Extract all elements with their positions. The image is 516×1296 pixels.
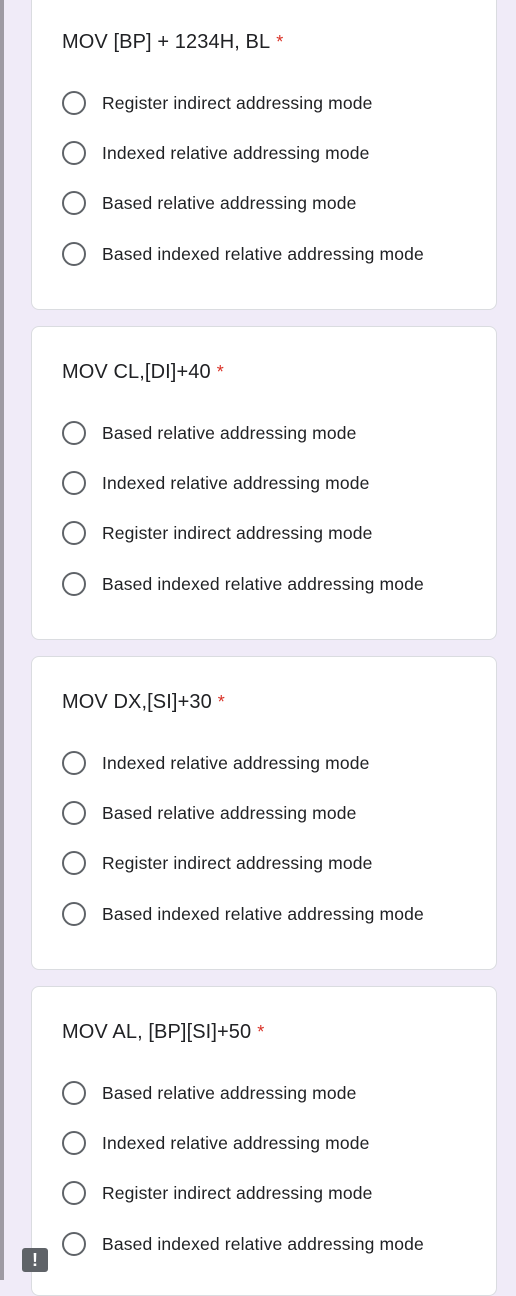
radio-button[interactable] [62, 1181, 86, 1205]
option-label: Based relative addressing mode [102, 422, 357, 443]
question-title: MOV [BP] + 1234H, BL * [62, 31, 283, 54]
option-label: Indexed relative addressing mode [102, 1132, 370, 1153]
option-label: Based indexed relative addressing mode [102, 573, 424, 594]
option-label: Indexed relative addressing mode [102, 142, 370, 163]
radio-option[interactable]: Register indirect addressing mode [62, 848, 373, 878]
required-asterisk: * [257, 1022, 265, 1042]
question-title-text: MOV [BP] + 1234H, BL [62, 31, 271, 53]
radio-option[interactable]: Indexed relative addressing mode [62, 1128, 369, 1158]
radio-button[interactable] [62, 471, 86, 495]
radio-button[interactable] [62, 902, 86, 926]
option-label: Based indexed relative addressing mode [102, 1233, 424, 1254]
radio-option[interactable]: Based indexed relative addressing mode [62, 569, 424, 599]
radio-button[interactable] [62, 521, 86, 545]
option-label: Register indirect addressing mode [102, 522, 373, 543]
radio-button[interactable] [62, 751, 86, 775]
question-card-2: MOV CL,[DI]+40 * Based relative addressin… [31, 326, 497, 640]
required-asterisk: * [217, 692, 225, 712]
option-label: Register indirect addressing mode [102, 92, 373, 113]
question-title-text: MOV DX,[SI]+30 [62, 691, 212, 713]
radio-option[interactable]: Register indirect addressing mode [62, 518, 373, 548]
question-card-4: MOV AL, [BP][SI]+50 * Based relative addr… [31, 986, 497, 1296]
radio-button[interactable] [62, 1081, 86, 1105]
report-problem-icon[interactable]: ! [22, 1248, 48, 1272]
radio-button[interactable] [62, 141, 86, 165]
radio-option[interactable]: Indexed relative addressing mode [62, 138, 369, 168]
radio-option[interactable]: Based relative addressing mode [62, 188, 357, 218]
radio-option[interactable]: Indexed relative addressing mode [62, 748, 369, 778]
radio-button[interactable] [62, 242, 86, 266]
question-title-text: MOV CL,[DI]+40 [62, 361, 211, 383]
radio-option[interactable]: Based indexed relative addressing mode [62, 239, 424, 269]
radio-button[interactable] [62, 801, 86, 825]
option-label: Based relative addressing mode [102, 192, 357, 213]
radio-button[interactable] [62, 572, 86, 596]
option-label: Based indexed relative addressing mode [102, 903, 424, 924]
radio-option[interactable]: Indexed relative addressing mode [62, 468, 369, 498]
left-edge-strip [0, 0, 4, 1280]
option-label: Based relative addressing mode [102, 802, 357, 823]
question-title-text: MOV AL, [BP][SI]+50 [62, 1021, 252, 1043]
radio-button[interactable] [62, 91, 86, 115]
radio-button[interactable] [62, 421, 86, 445]
radio-option[interactable]: Register indirect addressing mode [62, 88, 373, 118]
required-asterisk: * [276, 32, 284, 52]
radio-option[interactable]: Based relative addressing mode [62, 418, 357, 448]
question-title: MOV AL, [BP][SI]+50 * [62, 1021, 264, 1044]
radio-option[interactable]: Register indirect addressing mode [62, 1178, 373, 1208]
question-title: MOV CL,[DI]+40 * [62, 361, 224, 384]
radio-option[interactable]: Based indexed relative addressing mode [62, 1229, 424, 1259]
option-label: Indexed relative addressing mode [102, 752, 370, 773]
radio-button[interactable] [62, 191, 86, 215]
radio-option[interactable]: Based relative addressing mode [62, 1078, 357, 1108]
radio-option[interactable]: Based indexed relative addressing mode [62, 899, 424, 929]
radio-button[interactable] [62, 1131, 86, 1155]
option-label: Register indirect addressing mode [102, 852, 373, 873]
required-asterisk: * [216, 362, 224, 382]
option-label: Based relative addressing mode [102, 1082, 357, 1103]
question-title: MOV DX,[SI]+30 * [62, 691, 225, 714]
question-card-3: MOV DX,[SI]+30 * Indexed relative address… [31, 656, 497, 970]
radio-button[interactable] [62, 851, 86, 875]
option-label: Register indirect addressing mode [102, 1182, 373, 1203]
question-card-1: MOV [BP] + 1234H, BL * Register indirect … [31, 0, 497, 310]
option-label: Indexed relative addressing mode [102, 472, 370, 493]
radio-button[interactable] [62, 1232, 86, 1256]
radio-option[interactable]: Based relative addressing mode [62, 798, 357, 828]
option-label: Based indexed relative addressing mode [102, 243, 424, 264]
